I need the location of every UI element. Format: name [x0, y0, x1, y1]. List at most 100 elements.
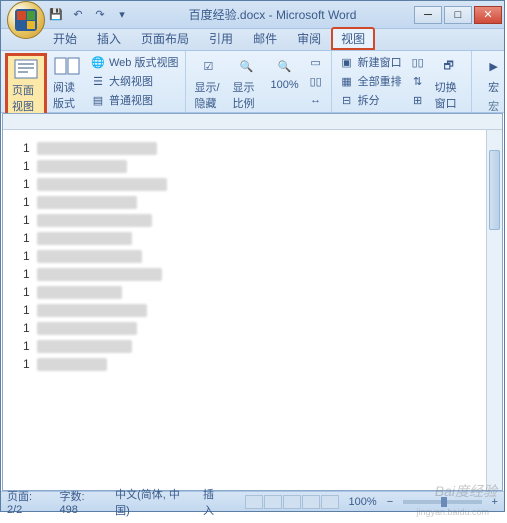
tab-insert[interactable]: 插入	[87, 27, 131, 50]
blurred-text	[37, 304, 147, 317]
maximize-button[interactable]: □	[444, 6, 472, 24]
vertical-scrollbar[interactable]	[486, 130, 502, 490]
group-document-views: 页面视图 阅读版式视图 🌐Web 版式视图 ☰大纲视图 ▤普通视图 文档视图	[1, 51, 186, 112]
blurred-text	[37, 250, 142, 263]
list-number: 1	[23, 159, 37, 173]
blurred-text	[37, 232, 132, 245]
arrange-all-button[interactable]: ▦全部重排	[336, 72, 405, 90]
office-logo-icon	[15, 9, 37, 31]
office-button[interactable]	[7, 1, 45, 39]
view-reading-icon[interactable]	[264, 495, 282, 509]
watermark-url: jingyan.baidu.com	[416, 507, 489, 517]
list-number: 1	[23, 249, 37, 263]
new-window-icon: ▣	[339, 54, 355, 70]
undo-icon[interactable]: ↶	[69, 6, 87, 24]
switch-windows-icon: 🗗	[435, 55, 463, 77]
blurred-text	[37, 178, 167, 191]
tab-review[interactable]: 审阅	[287, 27, 331, 50]
side-by-side-icon: ▯▯	[410, 54, 426, 70]
two-pages-button[interactable]: ▯▯	[305, 72, 327, 90]
list-number: 1	[23, 195, 37, 209]
reset-pos-icon: ⊞	[410, 92, 426, 108]
blurred-text	[37, 340, 132, 353]
page-width-icon: ↔	[308, 92, 324, 108]
list-number: 1	[23, 321, 37, 335]
blurred-text	[37, 142, 157, 155]
status-language[interactable]: 中文(简体, 中国)	[115, 486, 193, 518]
web-view-button[interactable]: 🌐Web 版式视图	[87, 53, 181, 71]
zoom-icon: 🔍	[232, 55, 260, 77]
document-page[interactable]: 1 1 1 1 1 1 1 1 1 1 1 1 1	[3, 130, 502, 384]
zoom-out-icon[interactable]: −	[387, 496, 393, 508]
document-area: 1 1 1 1 1 1 1 1 1 1 1 1 1	[2, 113, 503, 491]
tab-home[interactable]: 开始	[43, 27, 87, 50]
new-window-button[interactable]: ▣新建窗口	[336, 53, 405, 71]
ribbon-tabs: 开始 插入 页面布局 引用 邮件 审阅 视图	[1, 29, 504, 51]
tab-view[interactable]: 视图	[331, 27, 375, 50]
watermark-logo: Bai度经验	[435, 481, 497, 501]
status-zoom[interactable]: 100%	[349, 496, 377, 508]
blurred-text	[37, 358, 107, 371]
redo-icon[interactable]: ↷	[91, 6, 109, 24]
split-icon: ⊟	[339, 92, 355, 108]
side-by-side-button[interactable]: ▯▯	[407, 53, 429, 71]
group-show-hide: ☑ 显示/隐藏 🔍 显示比例 🔍 100% ▭ ▯▯ ↔ 显示比例	[186, 51, 331, 112]
one-page-button[interactable]: ▭	[305, 53, 327, 71]
one-page-icon: ▭	[308, 54, 324, 70]
quick-access-toolbar: 💾 ↶ ↷ ▾	[47, 6, 131, 24]
hundred-percent-button[interactable]: 🔍 100%	[266, 53, 302, 93]
save-icon[interactable]: 💾	[47, 6, 65, 24]
tab-mailings[interactable]: 邮件	[243, 27, 287, 50]
window-title: 百度经验.docx - Microsoft Word	[131, 6, 414, 23]
split-button[interactable]: ⊟拆分	[336, 91, 405, 109]
ribbon: 页面视图 阅读版式视图 🌐Web 版式视图 ☰大纲视图 ▤普通视图 文档视图	[1, 51, 504, 113]
sync-scroll-button[interactable]: ⇅	[407, 72, 429, 90]
show-hide-icon: ☑	[194, 55, 222, 77]
arrange-icon: ▦	[339, 73, 355, 89]
macros-icon: ▶	[480, 55, 507, 77]
page-width-button[interactable]: ↔	[305, 91, 327, 109]
draft-view-icon: ▤	[90, 92, 106, 108]
reading-view-icon	[53, 55, 81, 77]
list-number: 1	[23, 267, 37, 281]
list-number: 1	[23, 339, 37, 353]
titlebar: 💾 ↶ ↷ ▾ 百度经验.docx - Microsoft Word ─ □ ✕	[1, 1, 504, 29]
view-outline-icon[interactable]	[302, 495, 320, 509]
blurred-text	[37, 196, 137, 209]
status-page[interactable]: 页面: 2/2	[7, 488, 50, 516]
blurred-text	[37, 268, 162, 281]
page-view-label: 页面视图	[12, 82, 40, 114]
list-number: 1	[23, 141, 37, 155]
page-view-button[interactable]: 页面视图	[5, 53, 47, 119]
zoom-button[interactable]: 🔍 显示比例	[228, 53, 264, 113]
minimize-button[interactable]: ─	[414, 6, 442, 24]
close-button[interactable]: ✕	[474, 6, 502, 24]
status-mode[interactable]: 插入	[203, 486, 225, 518]
view-print-layout-icon[interactable]	[245, 495, 263, 509]
status-words[interactable]: 字数: 498	[60, 488, 106, 516]
blurred-text	[37, 214, 152, 227]
view-draft-icon[interactable]	[321, 495, 339, 509]
show-hide-button[interactable]: ☑ 显示/隐藏	[190, 53, 226, 113]
group-macros: ▶ 宏 宏	[472, 51, 507, 112]
scrollbar-thumb[interactable]	[489, 150, 500, 230]
macros-button[interactable]: ▶ 宏	[476, 53, 507, 97]
view-web-icon[interactable]	[283, 495, 301, 509]
horizontal-ruler[interactable]	[3, 114, 502, 130]
list-number: 1	[23, 303, 37, 317]
switch-windows-button[interactable]: 🗗 切换窗口	[431, 53, 467, 113]
tab-references[interactable]: 引用	[199, 27, 243, 50]
blurred-text	[37, 322, 137, 335]
list-number: 1	[23, 285, 37, 299]
outline-view-button[interactable]: ☰大纲视图	[87, 72, 181, 90]
qat-dropdown-icon[interactable]: ▾	[113, 6, 131, 24]
page-view-icon	[12, 58, 40, 80]
outline-view-icon: ☰	[90, 73, 106, 89]
list-number: 1	[23, 213, 37, 227]
list-number: 1	[23, 231, 37, 245]
reset-position-button[interactable]: ⊞	[407, 91, 429, 109]
tab-layout[interactable]: 页面布局	[131, 27, 199, 50]
two-pages-icon: ▯▯	[308, 73, 324, 89]
draft-view-button[interactable]: ▤普通视图	[87, 91, 181, 109]
web-view-icon: 🌐	[90, 54, 106, 70]
